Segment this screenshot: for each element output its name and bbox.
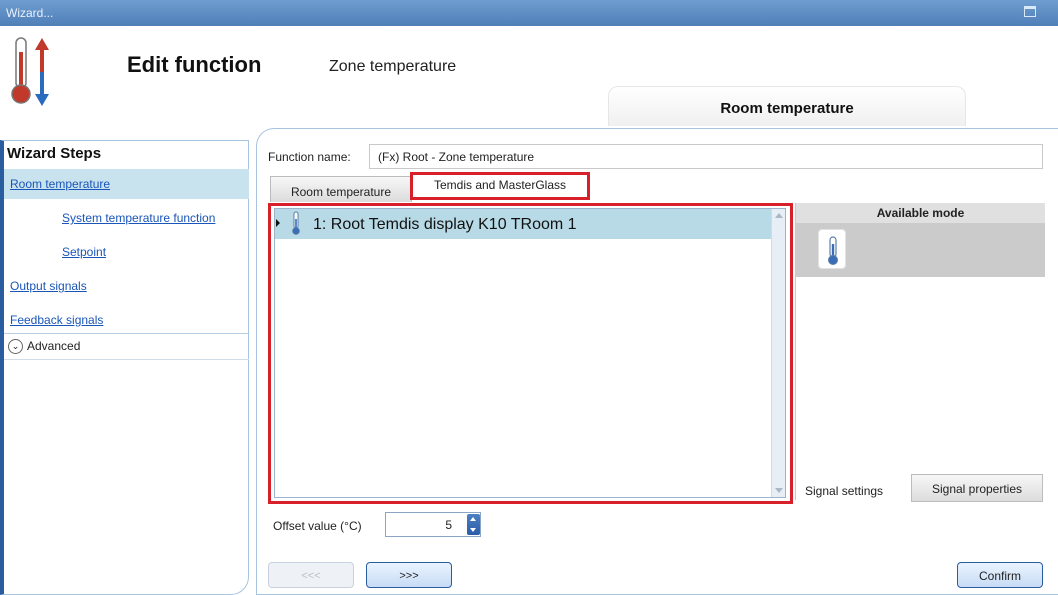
page-title: Edit function [127, 52, 262, 77]
list-scrollbar[interactable] [771, 209, 785, 497]
sidebar-divider [4, 333, 249, 334]
sidebar-title: Wizard Steps [7, 145, 102, 162]
offset-value-label: Offset value (°C) [273, 519, 362, 533]
tab-temdis-masterglass[interactable]: Temdis and MasterGlass [410, 172, 590, 200]
list-item[interactable]: 1: Root Temdis display K10 TRoom 1 [275, 209, 771, 239]
available-mode-header: Available mode [796, 203, 1045, 223]
available-mode-button[interactable] [818, 229, 846, 269]
sidebar-item-room-temperature[interactable]: Room temperature [4, 169, 249, 199]
sidebar-item-output-signals[interactable]: Output signals [4, 271, 249, 301]
offset-spinner[interactable] [467, 514, 480, 535]
scroll-up-icon[interactable] [775, 213, 783, 218]
next-button[interactable]: >>> [366, 562, 452, 588]
tab-signal-properties[interactable]: Signal properties [911, 474, 1043, 502]
page-subtitle: Zone temperature [329, 58, 457, 75]
advanced-toggle[interactable]: ⌄ Advanced [8, 339, 81, 355]
spinner-down-icon[interactable] [470, 528, 476, 532]
thermometer-icon [828, 236, 838, 265]
list-item-label: 1: Root Temdis display K10 TRoom 1 [313, 216, 577, 233]
previous-button[interactable]: <<< [268, 562, 354, 588]
thermometer-icon [292, 211, 300, 235]
scroll-down-icon[interactable] [775, 488, 783, 493]
sidebar-item-feedback-signals[interactable]: Feedback signals [4, 305, 249, 335]
available-mode-row[interactable] [796, 223, 1045, 277]
available-mode-panel: Available mode [795, 203, 1045, 500]
function-name-input[interactable]: (Fx) Root - Zone temperature [369, 144, 1043, 169]
window-titlebar: Wizard... [0, 0, 1058, 26]
header-tab-room-temperature[interactable]: Room temperature [608, 86, 966, 126]
function-name-label: Function name: [268, 150, 351, 164]
thermometer-updown-icon [11, 37, 49, 106]
spinner-up-icon[interactable] [470, 517, 476, 521]
tab-room-temperature[interactable]: Room temperature [270, 176, 412, 202]
tab-signal-settings[interactable]: Signal settings [805, 484, 883, 498]
sidebar-item-system-temperature-function[interactable]: System temperature function [4, 203, 249, 233]
maximize-icon[interactable] [1024, 6, 1036, 17]
sidebar-item-setpoint[interactable]: Setpoint [4, 237, 249, 267]
signal-list[interactable]: 1: Root Temdis display K10 TRoom 1 [274, 208, 786, 498]
chevron-down-circle-icon: ⌄ [8, 339, 23, 355]
row-selector-arrow-icon [276, 219, 280, 227]
wizard-steps-sidebar: Wizard Steps Room temperature System tem… [0, 140, 249, 595]
confirm-button[interactable]: Confirm [957, 562, 1043, 588]
advanced-label: Advanced [27, 339, 81, 353]
sidebar-divider [4, 359, 249, 360]
window-title: Wizard... [6, 6, 54, 20]
